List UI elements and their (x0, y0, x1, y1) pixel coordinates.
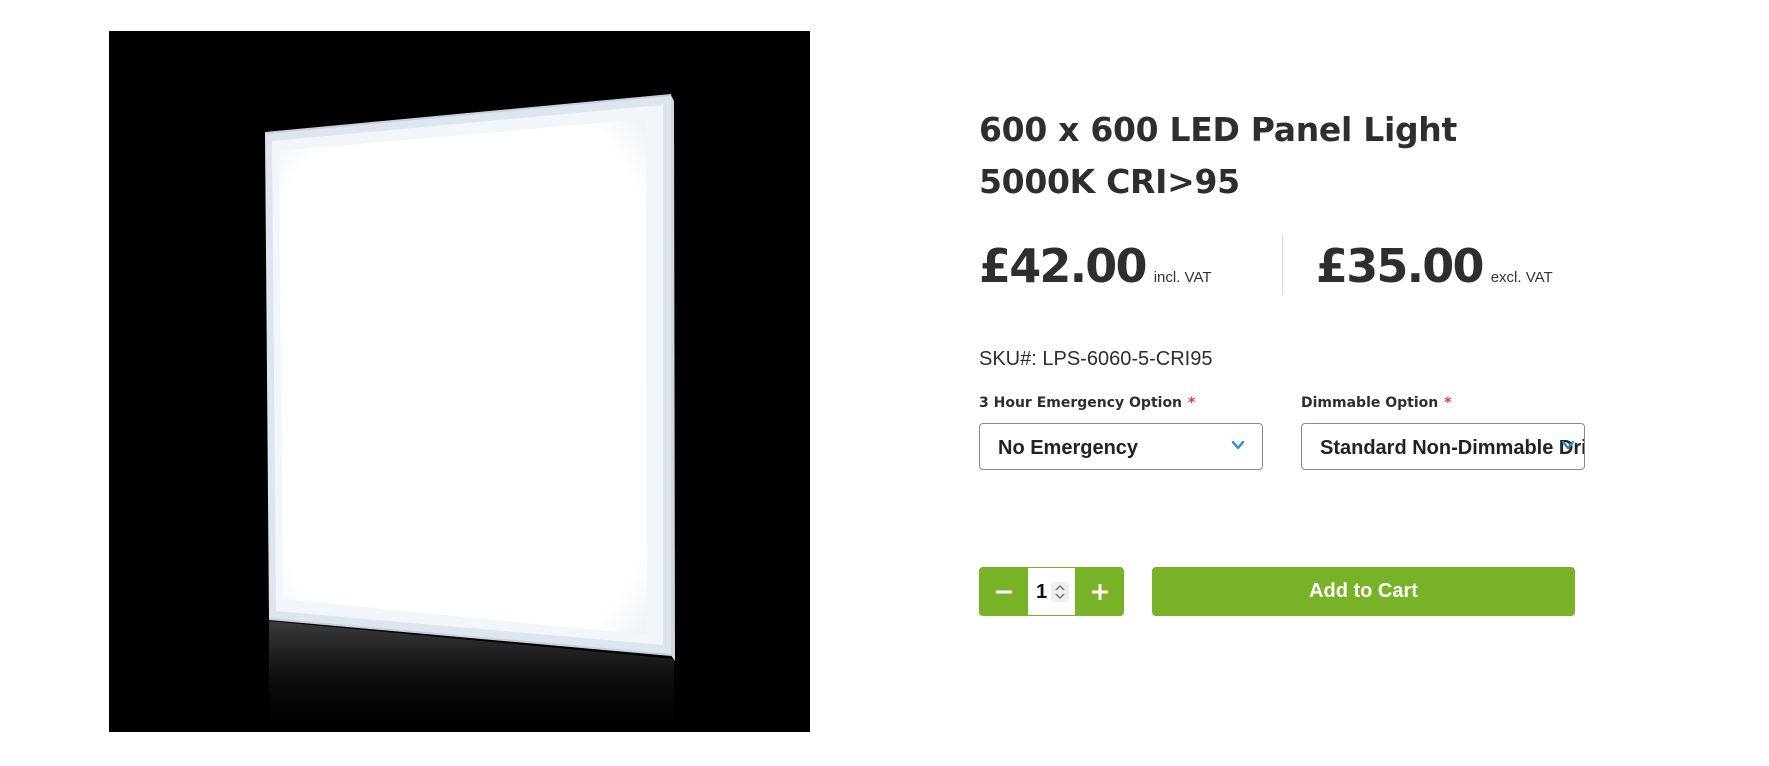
led-panel-illustration (264, 94, 675, 732)
price-excl-vat: £35.00 excl. VAT (1316, 238, 1553, 294)
price-divider (1282, 235, 1283, 295)
quantity-value: 1 (1036, 581, 1048, 603)
quantity-stepper: 1 (979, 567, 1124, 616)
price-excl-label: excl. VAT (1490, 269, 1553, 286)
emergency-option-select[interactable]: No Emergency (979, 423, 1263, 470)
product-image (109, 31, 810, 732)
add-to-cart-button[interactable]: Add to Cart (1152, 567, 1575, 616)
price-incl-label: incl. VAT (1153, 269, 1212, 286)
required-marker: * (1444, 395, 1452, 411)
product-title: 600 x 600 LED Panel Light 5000K CRI>95 (979, 110, 1457, 201)
chevron-down-icon (1561, 440, 1575, 450)
plus-icon (1091, 583, 1108, 600)
chevron-down-icon (1231, 440, 1245, 450)
price-incl-value: £42.00 (979, 239, 1148, 293)
price-incl-vat: £42.00 incl. VAT (979, 238, 1212, 294)
emergency-option-selected: No Emergency (998, 437, 1139, 459)
quantity-decrease-button[interactable] (979, 567, 1028, 616)
dimmable-option-select[interactable]: Standard Non-Dimmable Driver (1301, 423, 1585, 470)
dimmable-option-label-text: Dimmable Option (1301, 395, 1439, 411)
emergency-option-label-text: 3 Hour Emergency Option (979, 395, 1183, 411)
quantity-input[interactable]: 1 (1028, 568, 1075, 615)
dimmable-option-label: Dimmable Option * (1301, 395, 1452, 411)
price-excl-value: £35.00 (1316, 239, 1485, 293)
minus-icon (995, 590, 1012, 593)
quantity-increase-button[interactable] (1075, 567, 1124, 616)
product-sku: SKU#: LPS-6060-5-CRI95 (979, 348, 1213, 370)
dimmable-option-selected: Standard Non-Dimmable Driver (1320, 437, 1585, 459)
spinner-arrows-icon[interactable] (1051, 582, 1069, 602)
required-marker: * (1188, 395, 1196, 411)
emergency-option-label: 3 Hour Emergency Option * (979, 395, 1195, 411)
